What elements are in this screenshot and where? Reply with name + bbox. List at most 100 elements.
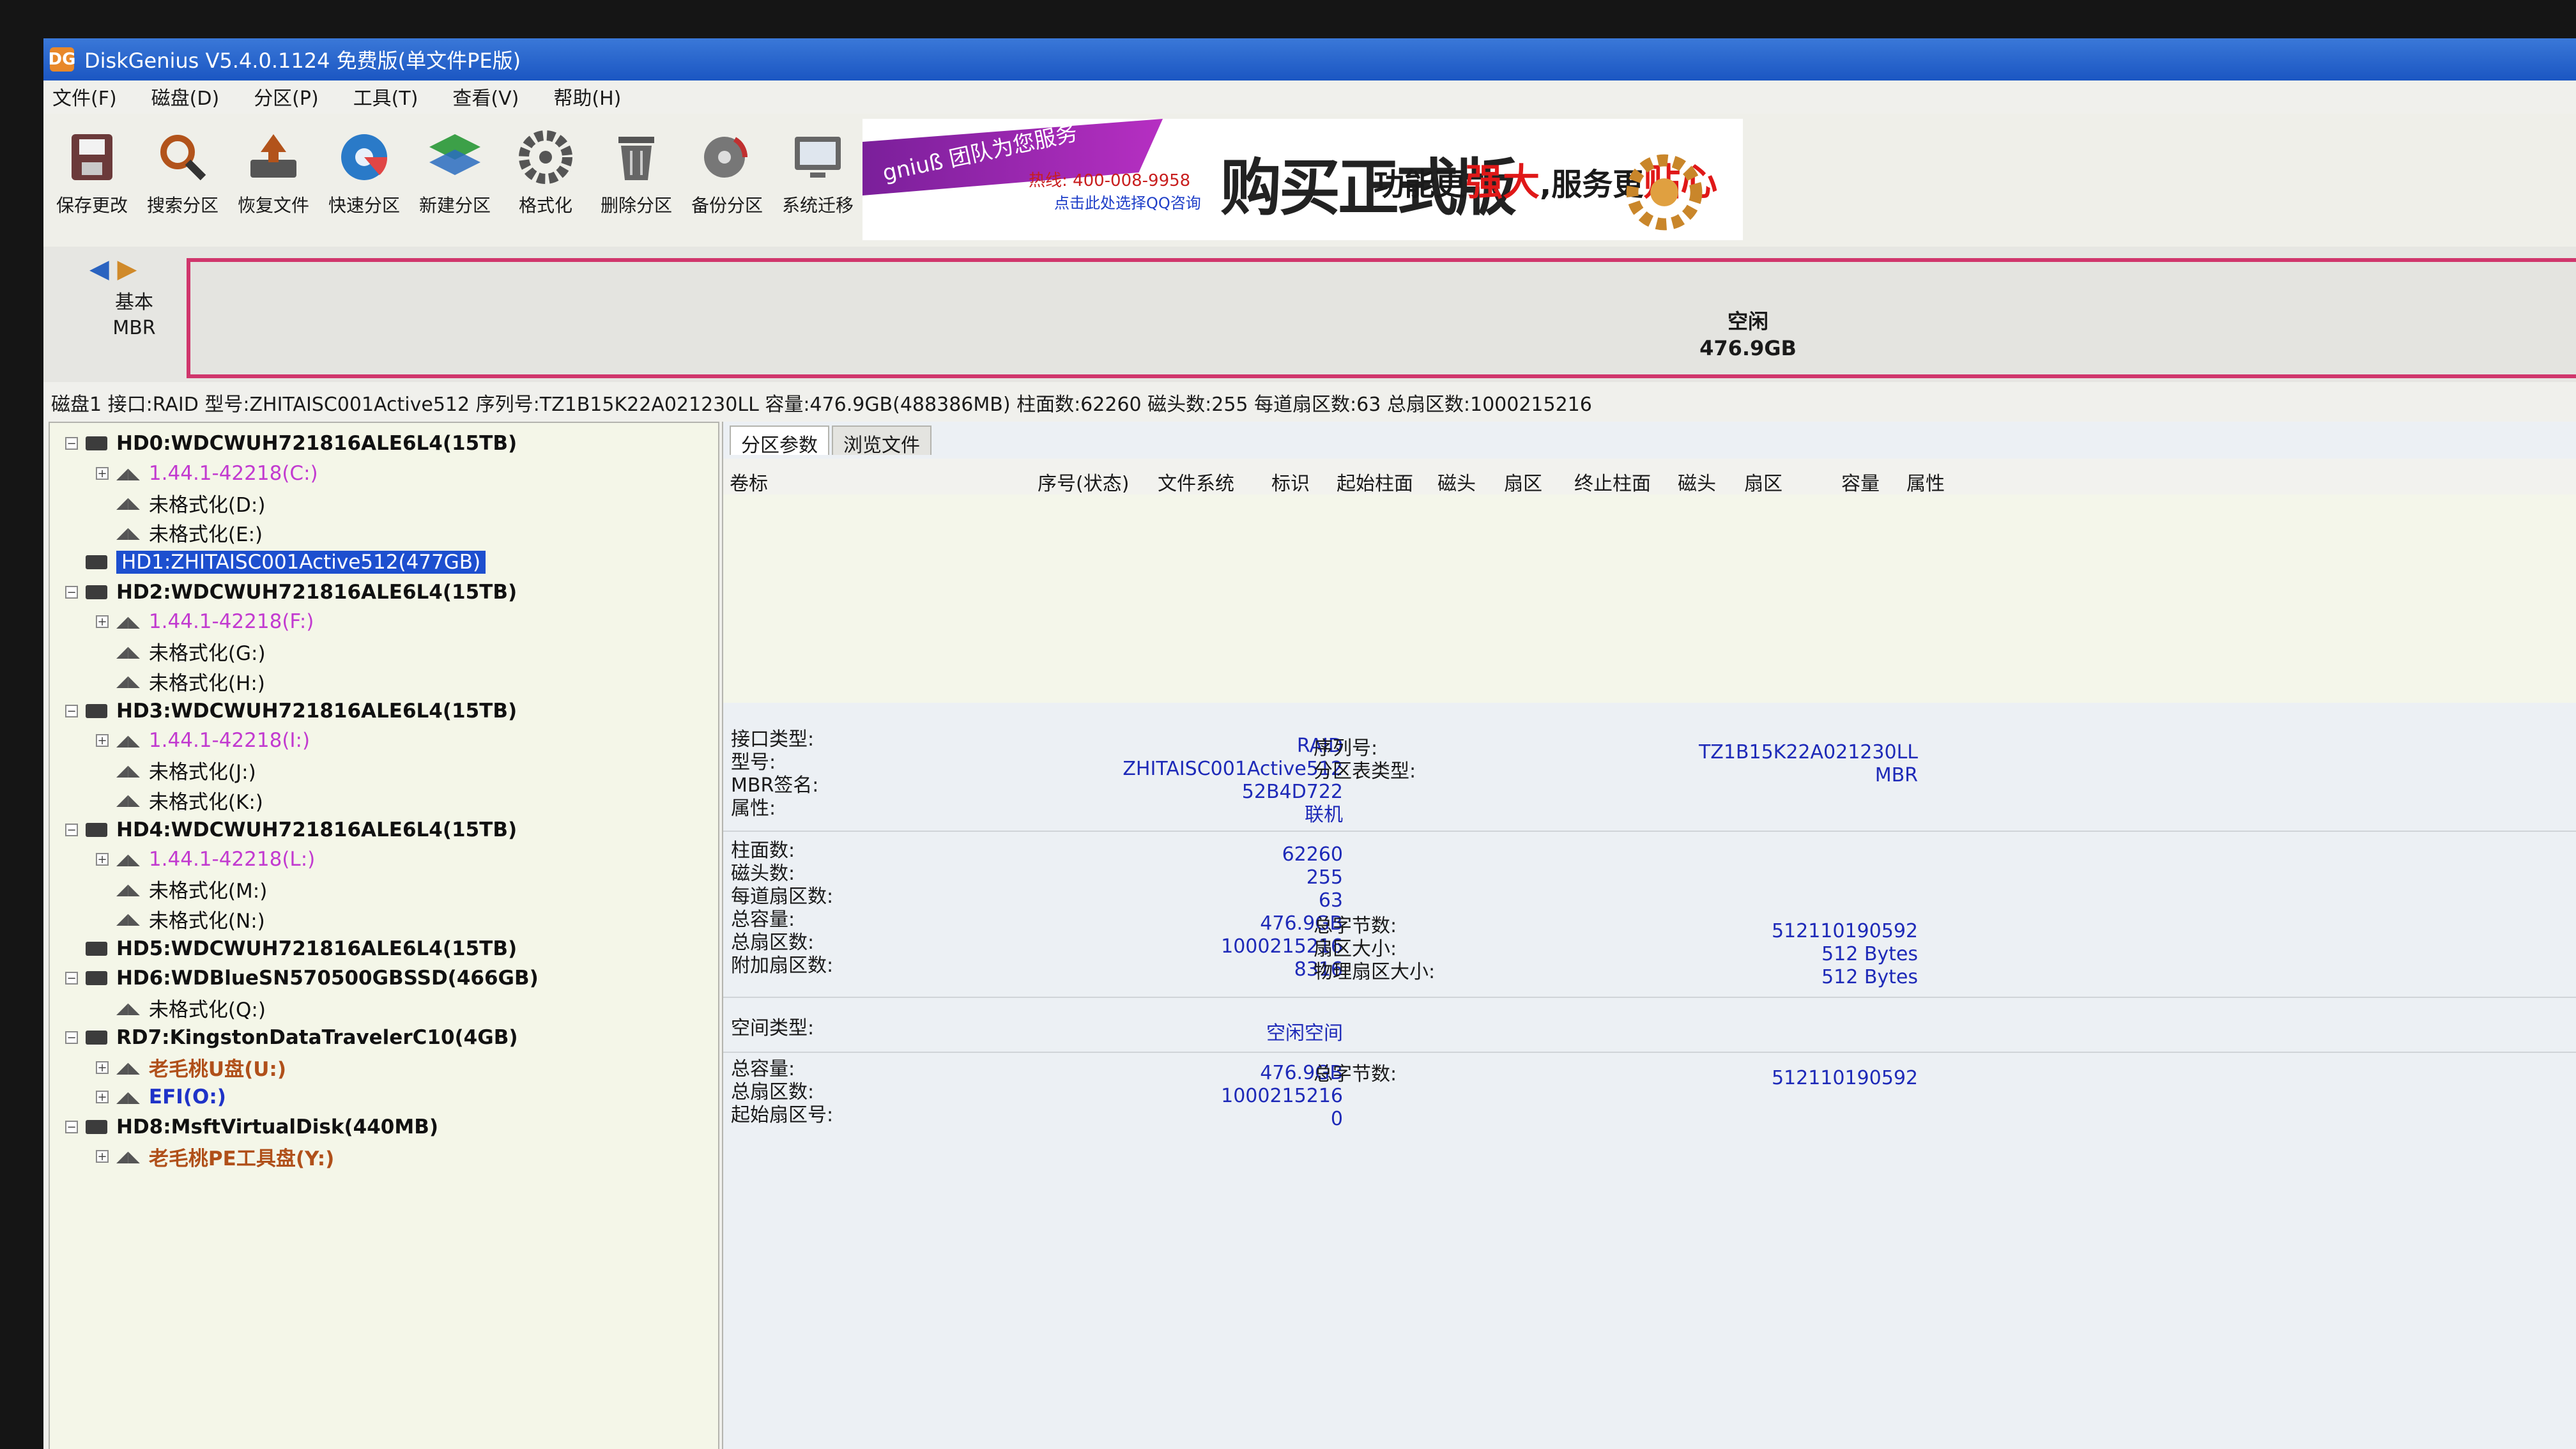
col-end-head[interactable]: 磁头	[1678, 468, 1716, 496]
backup-partition-button[interactable]: 备份分区	[684, 118, 770, 240]
tree-partition-node[interactable]: + ◢◣ 老毛桃U盘(U:)	[96, 1054, 286, 1082]
partition-icon: ◢◣	[116, 613, 140, 631]
physical-sector-size-value: 512 Bytes	[1821, 966, 1918, 988]
collapse-icon[interactable]: −	[65, 972, 78, 985]
menu-view[interactable]: 查看(V)	[452, 82, 519, 111]
tree-partition-node[interactable]: ◢◣ 未格式化(M:)	[96, 875, 267, 903]
partition-icon: ◢◣	[116, 672, 140, 690]
tree-disk-node[interactable]: − HD2:WDCWUH721816ALE6L4(15TB)	[65, 578, 517, 606]
tree-disk-node[interactable]: − HD3:WDCWUH721816ALE6L4(15TB)	[65, 697, 517, 725]
recover-files-button[interactable]: 恢复文件	[230, 118, 317, 240]
tree-partition-node[interactable]: + ◢◣ 1.44.1-42218(F:)	[96, 608, 314, 636]
col-start-sector[interactable]: 扇区	[1504, 468, 1542, 496]
col-attributes[interactable]: 属性	[1906, 468, 1945, 496]
col-volume-label[interactable]: 卷标	[730, 468, 768, 496]
tree-partition-node[interactable]: + ◢◣ 1.44.1-42218(C:)	[96, 459, 318, 487]
tree-partition-node[interactable]: ◢◣ 未格式化(J:)	[96, 756, 256, 785]
col-start-head[interactable]: 磁头	[1438, 468, 1476, 496]
tree-disk-node[interactable]: − HD6:WDBlueSN570500GBSSD(466GB)	[65, 964, 539, 992]
tree-partition-node[interactable]: ◢◣ 未格式化(G:)	[96, 638, 266, 666]
tree-disk-node[interactable]: − RD7:KingstonDataTravelerC10(4GB)	[65, 1023, 518, 1052]
free-space-block[interactable]: 空闲 476.9GB	[187, 258, 2576, 378]
tree-partition-node[interactable]: ◢◣ 未格式化(H:)	[96, 667, 265, 695]
search-icon	[160, 135, 206, 181]
col-end-cylinder[interactable]: 终止柱面	[1574, 468, 1651, 496]
title-bar[interactable]: DG DiskGenius V5.4.0.1124 免费版(单文件PE版)	[43, 38, 2576, 80]
system-migration-button[interactable]: 系统迁移	[774, 118, 861, 240]
expand-icon[interactable]: +	[96, 734, 109, 747]
partition-list[interactable]	[723, 494, 2576, 703]
tree-node-label: 未格式化(M:)	[148, 880, 268, 903]
col-id[interactable]: 标识	[1271, 468, 1310, 496]
tree-partition-node[interactable]: ◢◣ 未格式化(N:)	[96, 905, 265, 933]
free-sectors-label: 总扇区数:	[731, 1081, 815, 1103]
cylinders-label: 柱面数:	[731, 839, 795, 862]
col-filesystem[interactable]: 文件系统	[1158, 468, 1234, 496]
mbr-signature-value: 52B4D722	[1241, 781, 1343, 803]
tree-disk-node[interactable]: − HD4:WDCWUH721816ALE6L4(15TB)	[65, 816, 517, 844]
partition-icon: ◢◣	[116, 880, 140, 898]
disk-type-mbr: MBR	[112, 317, 156, 339]
menu-help[interactable]: 帮助(H)	[553, 82, 621, 111]
tab-partition-params[interactable]: 分区参数	[730, 425, 829, 457]
expand-icon[interactable]: +	[96, 1150, 109, 1163]
collapse-icon[interactable]: −	[65, 704, 78, 717]
tree-node-label: RD7:KingstonDataTravelerC10(4GB)	[116, 1026, 518, 1049]
save-changes-button[interactable]: 保存更改	[49, 118, 135, 240]
disk-nav-arrows[interactable]: ◀ ▶	[89, 254, 137, 284]
tree-partition-node[interactable]: ◢◣ 未格式化(Q:)	[96, 994, 266, 1022]
col-end-sector[interactable]: 扇区	[1744, 468, 1782, 496]
format-button[interactable]: 格式化	[502, 118, 589, 240]
hard-disk-icon	[86, 1119, 107, 1134]
tree-partition-node[interactable]: ◢◣ 未格式化(E:)	[96, 519, 263, 547]
new-partition-button[interactable]: 新建分区	[411, 118, 498, 240]
menu-disk[interactable]: 磁盘(D)	[151, 82, 220, 111]
physical-sector-size-label: 物理扇区大小:	[1314, 961, 1436, 983]
tree-partition-node[interactable]: + ◢◣ 老毛桃PE工具盘(Y:)	[96, 1142, 334, 1170]
tree-disk-node[interactable]: − HD8:MsftVirtualDisk(440MB)	[65, 1113, 438, 1141]
arrow-right-icon[interactable]: ▶	[117, 254, 137, 284]
tree-disk-node[interactable]: HD5:WDCWUH721816ALE6L4(15TB)	[65, 935, 517, 963]
expand-icon[interactable]: +	[96, 1061, 109, 1074]
serial-label: 序列号:	[1314, 737, 1378, 760]
arrow-left-icon[interactable]: ◀	[89, 254, 109, 284]
partition-icon: ◢◣	[116, 1058, 140, 1077]
collapse-icon[interactable]: −	[65, 585, 78, 599]
total-bytes-label: 总字节数:	[1314, 915, 1397, 937]
col-start-cylinder[interactable]: 起始柱面	[1337, 468, 1413, 496]
col-capacity[interactable]: 容量	[1841, 468, 1880, 496]
menu-partition[interactable]: 分区(P)	[254, 82, 319, 111]
menu-file[interactable]: 文件(F)	[52, 82, 117, 111]
backup-icon	[704, 137, 748, 178]
search-partition-button[interactable]: 搜索分区	[139, 118, 226, 240]
attribute-value: 联机	[1305, 804, 1343, 826]
tree-partition-node[interactable]: + ◢◣ 1.44.1-42218(L:)	[96, 845, 315, 873]
quick-partition-button[interactable]: 快速分区	[321, 118, 408, 240]
tab-browse-files[interactable]: 浏览文件	[832, 425, 931, 457]
tree-disk-node[interactable]: − HD0:WDCWUH721816ALE6L4(15TB)	[65, 429, 517, 457]
recover-icon	[250, 134, 296, 178]
collapse-icon[interactable]: −	[65, 823, 78, 836]
expand-icon[interactable]: +	[96, 466, 109, 480]
collapse-icon[interactable]: −	[65, 1031, 78, 1044]
delete-partition-button[interactable]: 删除分区	[593, 118, 680, 240]
menu-bar: 文件(F) 磁盘(D) 分区(P) 工具(T) 查看(V) 帮助(H)	[43, 80, 2576, 112]
disk-tree[interactable]: − HD0:WDCWUH721816ALE6L4(15TB) + ◢◣ 1.44.1-4…	[49, 422, 719, 1449]
tree-partition-node[interactable]: + ◢◣ EFI(O:)	[96, 1083, 226, 1111]
collapse-icon[interactable]: −	[65, 1120, 78, 1133]
expand-icon[interactable]: +	[96, 1091, 109, 1103]
tree-partition-node[interactable]: ◢◣ 未格式化(K:)	[96, 786, 263, 814]
collapse-icon[interactable]: −	[65, 437, 78, 450]
col-index-status[interactable]: 序号(状态)	[1038, 468, 1129, 496]
partition-icon: ◢◣	[116, 732, 140, 749]
tree-disk-node[interactable]: HD1:ZHITAISC001Active512(477GB)	[65, 548, 486, 576]
menu-tools[interactable]: 工具(T)	[353, 82, 418, 111]
promo-banner[interactable]: gniuß 团队为您服务 热线: 400-008-9958 点击此处选择QQ咨询…	[862, 119, 1743, 240]
partition-icon: ◢◣	[116, 910, 140, 928]
expand-icon[interactable]: +	[96, 853, 109, 866]
banner-qq: 点击此处选择QQ咨询	[1054, 194, 1201, 212]
partition-icon: ◢◣	[116, 850, 140, 868]
tree-partition-node[interactable]: + ◢◣ 1.44.1-42218(I:)	[96, 726, 310, 755]
expand-icon[interactable]: +	[96, 615, 109, 628]
tree-partition-node[interactable]: ◢◣ 未格式化(D:)	[96, 489, 265, 517]
